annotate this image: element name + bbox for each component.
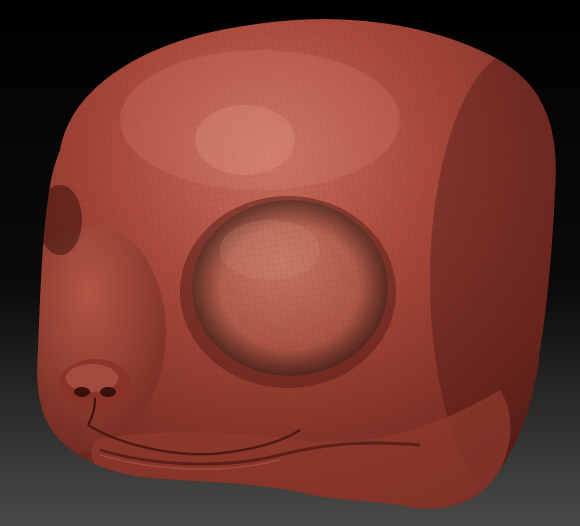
eye-socket — [180, 196, 396, 388]
sculpt-canvas[interactable] — [0, 0, 580, 526]
sculpt-viewport[interactable] — [0, 0, 580, 526]
